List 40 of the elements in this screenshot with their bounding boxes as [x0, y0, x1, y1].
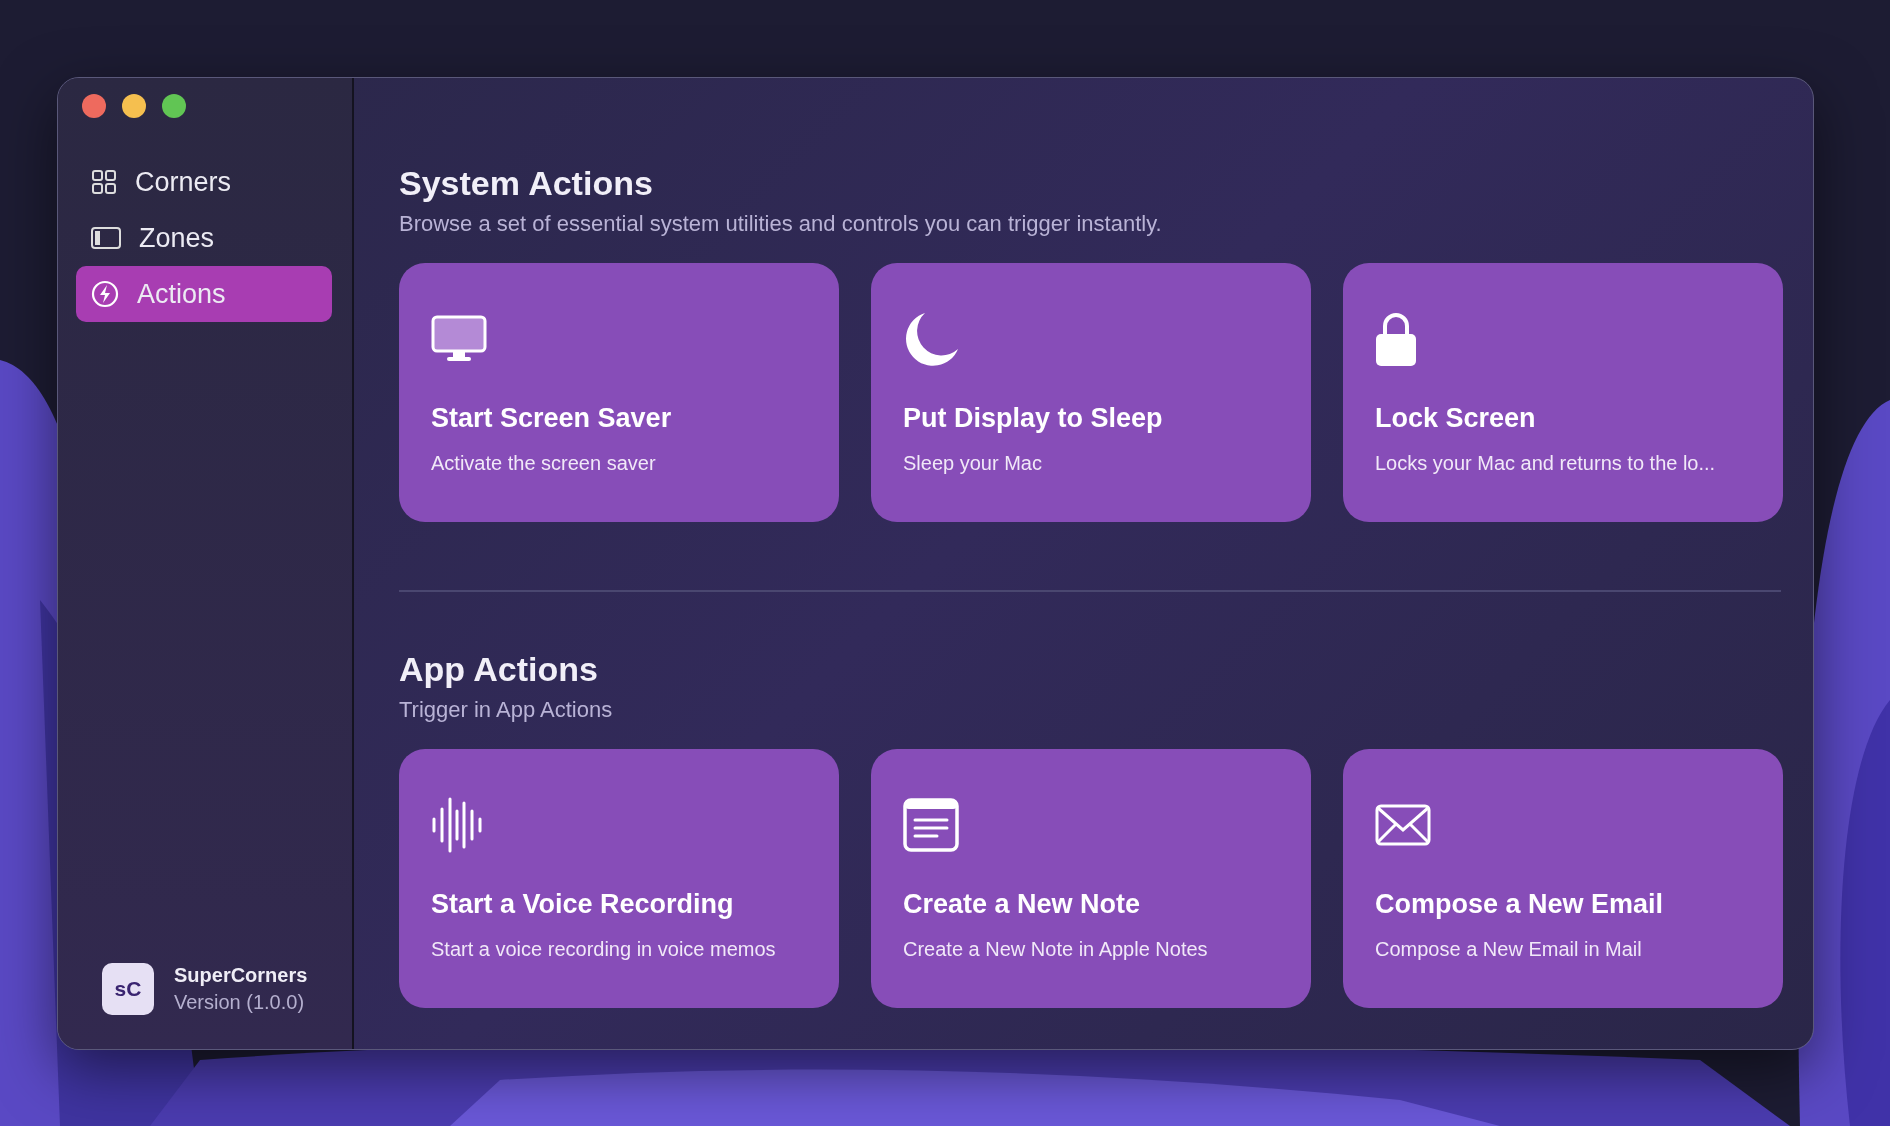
action-card[interactable]: Put Display to Sleep Sleep your Mac	[871, 263, 1311, 522]
card-title: Start Screen Saver	[431, 403, 673, 434]
app-version: Version (1.0.0)	[174, 991, 306, 1014]
sidebar-item[interactable]: Corners	[76, 154, 332, 210]
card-title: Start a Voice Recording	[431, 889, 735, 920]
card-description: Sleep your Mac	[903, 452, 1043, 475]
action-card[interactable]: Create a New Note Create a New Note in Apple Notes	[871, 749, 1311, 1008]
card-description: Activate the screen saver	[431, 452, 657, 475]
card-title: Create a New Note	[903, 889, 1142, 920]
monitor-icon	[431, 315, 487, 363]
card-description: Locks your Mac and returns to the lo...	[1375, 452, 1717, 475]
minimize-button[interactable]	[122, 94, 146, 118]
envelope-icon	[1375, 804, 1431, 846]
section-title: App Actions	[399, 650, 599, 689]
app-name: SuperCorners	[174, 964, 308, 987]
card-description: Compose a New Email in Mail	[1375, 938, 1643, 961]
card-description: Start a voice recording in voice memos	[431, 938, 777, 961]
waveform-icon	[431, 797, 483, 853]
card-description: Create a New Note in Apple Notes	[903, 938, 1209, 961]
bolt-icon	[91, 280, 119, 308]
app-badge: sC	[102, 963, 154, 1015]
lock-icon	[1375, 310, 1417, 368]
moon-icon	[903, 311, 959, 367]
action-card[interactable]: Lock Screen Locks your Mac and returns to the lo...	[1343, 263, 1783, 522]
section-subtitle: Browse a set of essential system utilities and controls you can trigger instantly.	[399, 211, 1163, 237]
sidebar-icon	[91, 226, 121, 250]
card-title: Put Display to Sleep	[903, 403, 1164, 434]
note-icon	[903, 798, 959, 852]
action-card[interactable]: Start a Voice Recording Start a voice recording in voice memos	[399, 749, 839, 1008]
action-card[interactable]: Start Screen Saver Activate the screen saver	[399, 263, 839, 522]
zoom-button[interactable]	[162, 94, 186, 118]
section-subtitle: Trigger in App Actions	[399, 697, 614, 723]
action-card[interactable]: Compose a New Email Compose a New Email in Mail	[1343, 749, 1783, 1008]
card-title: Compose a New Email	[1375, 889, 1665, 920]
card-title: Lock Screen	[1375, 403, 1537, 434]
close-button[interactable]	[82, 94, 106, 118]
sidebar-item[interactable]: Actions	[76, 266, 332, 322]
section-title: System Actions	[399, 164, 654, 203]
sidebar-item[interactable]: Zones	[76, 210, 332, 266]
grid-icon	[91, 169, 117, 195]
